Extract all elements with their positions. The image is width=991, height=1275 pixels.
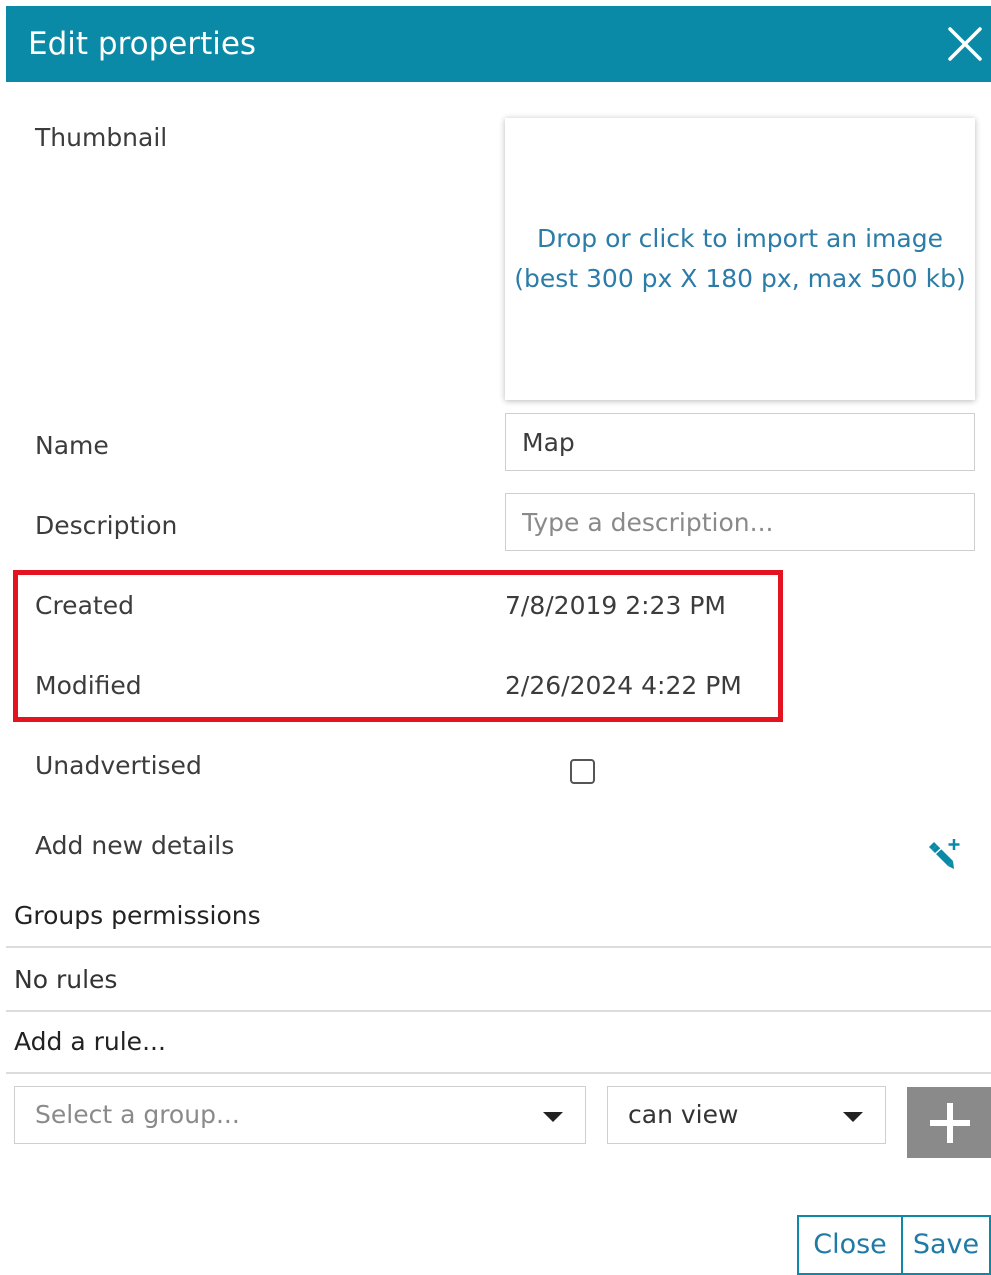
pen-plus-icon[interactable] [926, 836, 964, 874]
group-select-placeholder: Select a group... [35, 1100, 240, 1129]
name-input[interactable] [505, 413, 975, 471]
dialog-title: Edit properties [28, 26, 257, 62]
divider [6, 946, 991, 948]
chevron-down-icon [843, 1112, 863, 1122]
thumbnail-dropzone[interactable]: Drop or click to import an image (best 3… [505, 118, 975, 400]
add-details-label: Add new details [35, 831, 235, 860]
close-icon[interactable] [947, 26, 983, 62]
add-rule-title: Add a rule... [14, 1027, 166, 1056]
close-button[interactable]: Close [797, 1215, 903, 1275]
description-input[interactable] [505, 493, 975, 551]
group-select[interactable]: Select a group... [14, 1086, 586, 1144]
dropzone-text-line1: Drop or click to import an image [537, 224, 943, 253]
highlight-box [13, 570, 783, 722]
thumbnail-label: Thumbnail [35, 123, 168, 152]
unadvertised-checkbox[interactable] [570, 759, 595, 784]
name-label: Name [35, 431, 109, 460]
divider [6, 1072, 991, 1074]
chevron-down-icon [543, 1112, 563, 1122]
dropzone-text-line2: (best 300 px X 180 px, max 500 kb) [514, 264, 966, 293]
permission-select-value: can view [628, 1100, 739, 1129]
unadvertised-label: Unadvertised [35, 751, 202, 780]
divider [6, 1010, 991, 1012]
no-rules-text: No rules [14, 965, 118, 994]
dialog-header: Edit properties [6, 6, 991, 82]
add-rule-button[interactable] [907, 1087, 991, 1158]
save-button[interactable]: Save [901, 1215, 991, 1275]
plus-icon [930, 1103, 970, 1143]
permission-select[interactable]: can view [607, 1086, 886, 1144]
description-label: Description [35, 511, 178, 540]
groups-permissions-title: Groups permissions [14, 901, 261, 930]
